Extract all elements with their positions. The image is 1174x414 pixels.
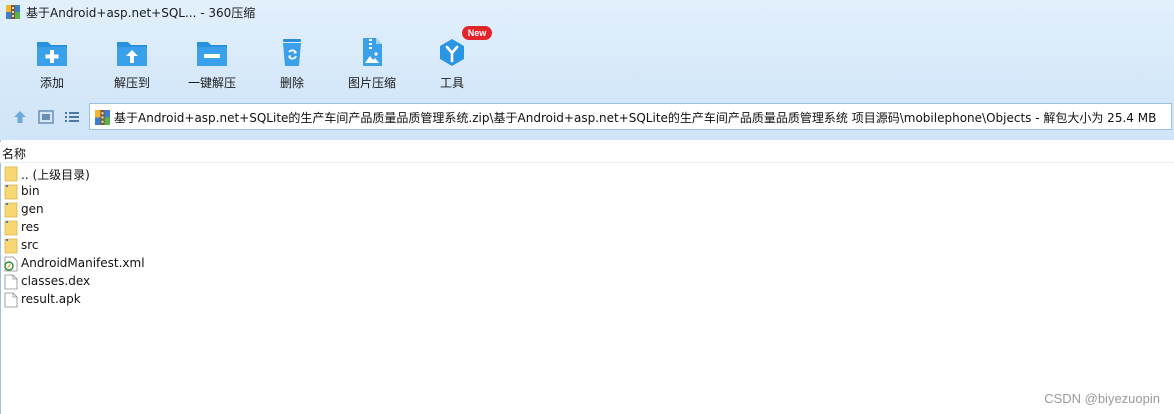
file-icon	[4, 274, 18, 290]
new-badge: New	[462, 26, 492, 40]
folder-icon	[4, 166, 18, 182]
toolbar: 添加 解压到 一键解压 删除 图片压缩 New 工具	[0, 26, 1174, 94]
top-panel: 基于Android+asp.net+SQL... - 360压缩 添加 解压到	[0, 0, 1174, 140]
folder-icon	[4, 184, 18, 200]
recycle-bin-icon	[283, 39, 301, 66]
list-item-file[interactable]: AndroidManifest.xml	[0, 255, 1174, 273]
list-header: 名称	[0, 142, 1174, 163]
image-compress-icon	[363, 38, 382, 66]
extract-to-button[interactable]: 解压到	[92, 30, 172, 94]
list-item-label: .. (上级目录)	[21, 168, 90, 182]
extract-to-label: 解压到	[113, 76, 150, 90]
list-view-icon[interactable]	[63, 108, 81, 126]
folder-icon	[4, 202, 18, 218]
one-click-extract-icon	[197, 42, 227, 66]
image-compress-label: 图片压缩	[347, 76, 396, 90]
list-item-label: bin	[21, 184, 40, 198]
list-item-file[interactable]: classes.dex	[0, 273, 1174, 291]
folder-icon	[4, 220, 18, 236]
list-item-label: gen	[21, 202, 44, 216]
list-item-label: AndroidManifest.xml	[21, 256, 145, 270]
file-icon	[4, 292, 18, 308]
archive-app-icon	[6, 5, 20, 19]
folder-icon	[4, 238, 18, 254]
tools-label: 工具	[439, 76, 464, 90]
list-item-folder[interactable]: res	[0, 219, 1174, 237]
thumbnail-view-icon[interactable]	[37, 108, 55, 126]
add-icon	[37, 42, 67, 66]
window-title: 基于Android+asp.net+SQL... - 360压缩	[26, 6, 256, 20]
file-list: .. (上级目录) bin gen res src AndroidManifes…	[0, 165, 1174, 309]
list-item-label: src	[21, 238, 39, 252]
extract-to-icon	[117, 42, 147, 66]
list-item-file[interactable]: result.apk	[0, 291, 1174, 309]
list-item-folder[interactable]: bin	[0, 183, 1174, 201]
navigation-bar: 基于Android+asp.net+SQLite的生产车间产品质量品质管理系统.…	[0, 103, 1174, 131]
one-click-extract-button[interactable]: 一键解压	[172, 30, 252, 94]
add-label: 添加	[39, 76, 64, 90]
xml-file-icon	[4, 256, 18, 272]
list-item-label: result.apk	[21, 292, 81, 306]
address-path: 基于Android+asp.net+SQLite的生产车间产品质量品质管理系统.…	[114, 111, 1157, 125]
one-click-extract-label: 一键解压	[187, 76, 236, 90]
delete-label: 删除	[279, 76, 304, 90]
column-header-name[interactable]: 名称	[2, 145, 26, 162]
list-item-parent-directory[interactable]: .. (上级目录)	[0, 165, 1174, 183]
tools-icon	[440, 39, 464, 66]
archive-icon	[95, 110, 110, 125]
list-item-folder[interactable]: gen	[0, 201, 1174, 219]
title-bar: 基于Android+asp.net+SQL... - 360压缩	[0, 0, 1174, 24]
address-bar[interactable]: 基于Android+asp.net+SQLite的生产车间产品质量品质管理系统.…	[89, 103, 1172, 130]
image-compress-button[interactable]: 图片压缩	[332, 30, 412, 94]
delete-button[interactable]: 删除	[252, 30, 332, 94]
list-item-label: res	[21, 220, 40, 234]
list-item-folder[interactable]: src	[0, 237, 1174, 255]
tools-button[interactable]: New 工具	[412, 26, 492, 94]
up-arrow-icon[interactable]	[11, 108, 29, 126]
watermark: CSDN @biyezuopin	[1044, 391, 1160, 406]
list-item-label: classes.dex	[21, 274, 91, 288]
add-button[interactable]: 添加	[12, 30, 92, 94]
